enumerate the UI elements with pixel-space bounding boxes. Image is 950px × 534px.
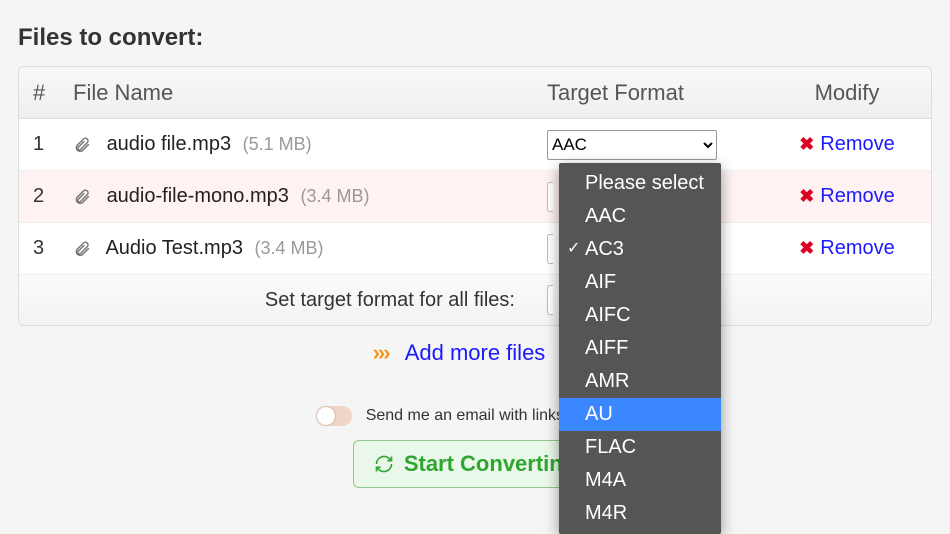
attachment-icon <box>73 188 91 206</box>
remove-label: Remove <box>820 185 894 208</box>
file-size: (5.1 MB) <box>243 134 312 154</box>
file-name: Audio Test.mp3 <box>105 237 243 259</box>
dropdown-option[interactable]: AAC <box>559 200 721 233</box>
col-header-name: File Name <box>73 80 547 106</box>
dropdown-option[interactable]: FLAC <box>559 431 721 464</box>
set-all-label: Set target format for all files: <box>33 289 547 312</box>
file-name: audio file.mp3 <box>107 133 232 155</box>
dropdown-option[interactable]: AU <box>559 398 721 431</box>
table-row: 2 audio-file-mono.mp3 (3.4 MB) ✖ Remove <box>19 171 931 223</box>
email-toggle[interactable] <box>316 406 352 426</box>
col-header-number: # <box>33 80 73 106</box>
file-cell: audio file.mp3 (5.1 MB) <box>73 133 547 156</box>
remove-button[interactable]: ✖ Remove <box>799 133 895 156</box>
select-stub <box>547 234 553 264</box>
remove-icon: ✖ <box>799 238 814 259</box>
row-number: 2 <box>33 185 73 208</box>
add-more-row: ››› Add more files ‹‹‹ <box>18 340 932 366</box>
col-header-format: Target Format <box>547 80 777 106</box>
remove-icon: ✖ <box>799 134 814 155</box>
dropdown-option[interactable]: M4A <box>559 464 721 497</box>
refresh-icon <box>374 454 394 474</box>
col-header-modify: Modify <box>777 80 917 106</box>
remove-button[interactable]: ✖ Remove <box>799 237 895 260</box>
files-table: # File Name Target Format Modify 1 audio… <box>18 66 932 326</box>
select-stub <box>547 182 553 212</box>
dropdown-option[interactable]: AIFF <box>559 332 721 365</box>
file-size: (3.4 MB) <box>300 186 369 206</box>
dropdown-option[interactable]: AC3 <box>559 233 721 266</box>
add-more-files-link[interactable]: Add more files <box>405 340 546 365</box>
chevron-right-icon: ››› <box>373 340 389 365</box>
dropdown-option[interactable]: AMR <box>559 365 721 398</box>
dropdown-placeholder[interactable]: Please select <box>559 167 721 200</box>
dropdown-option[interactable]: M4R <box>559 497 721 530</box>
row-number: 3 <box>33 237 73 260</box>
toggle-knob <box>317 407 335 425</box>
page-heading: Files to convert: <box>18 24 932 52</box>
remove-button[interactable]: ✖ Remove <box>799 185 895 208</box>
set-all-row: Set target format for all files: <box>19 275 931 325</box>
attachment-icon <box>73 136 91 154</box>
file-size: (3.4 MB) <box>255 238 324 258</box>
file-cell: audio-file-mono.mp3 (3.4 MB) <box>73 185 547 208</box>
attachment-icon <box>73 240 91 258</box>
format-dropdown-menu: Please select AAC AC3 AIF AIFC AIFF AMR … <box>559 163 721 534</box>
dropdown-option[interactable]: AIF <box>559 266 721 299</box>
email-row: Send me an email with links to conver <box>18 406 932 426</box>
file-name: audio-file-mono.mp3 <box>107 185 289 207</box>
file-cell: Audio Test.mp3 (3.4 MB) <box>73 237 547 260</box>
table-row: 3 Audio Test.mp3 (3.4 MB) ✖ Remove <box>19 223 931 275</box>
remove-icon: ✖ <box>799 186 814 207</box>
table-header: # File Name Target Format Modify <box>19 67 931 119</box>
table-row: 1 audio file.mp3 (5.1 MB) AAC ✖ Remove <box>19 119 931 171</box>
dropdown-option[interactable]: AIFC <box>559 299 721 332</box>
remove-label: Remove <box>820 133 894 156</box>
select-stub <box>547 285 553 315</box>
remove-label: Remove <box>820 237 894 260</box>
start-label: Start Converting <box>404 451 576 477</box>
row-number: 1 <box>33 133 73 156</box>
target-format-select[interactable]: AAC <box>547 130 717 160</box>
